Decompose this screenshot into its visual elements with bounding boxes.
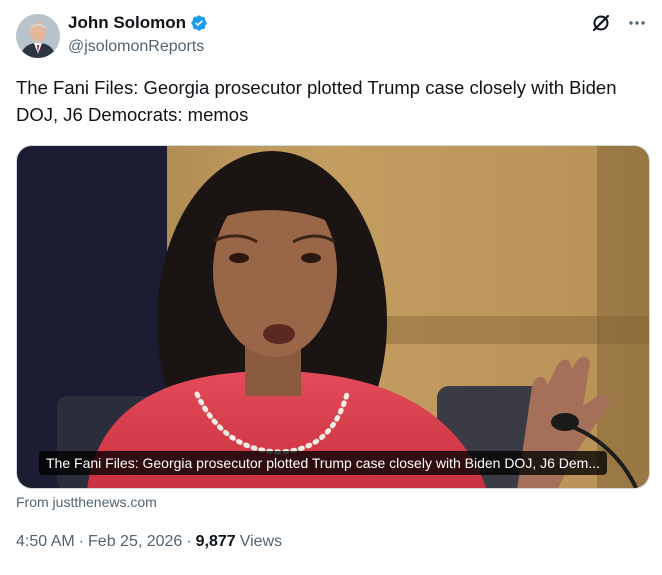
link-card-image: [17, 146, 649, 488]
verified-badge-icon[interactable]: [190, 14, 208, 32]
author-name-text: John Solomon: [68, 13, 187, 32]
views-label: Views: [239, 533, 283, 550]
header-actions: [590, 12, 648, 34]
author-display-name[interactable]: John Solomon: [68, 12, 208, 34]
post-header: John Solomon @jsolomonReports: [16, 10, 648, 62]
post-time[interactable]: 4:50 AM: [16, 533, 75, 551]
meta-separator: ·: [78, 533, 85, 550]
author-handle[interactable]: @jsolomonReports: [68, 36, 208, 58]
link-card-source[interactable]: From justthenews.com: [16, 494, 157, 510]
post-meta: 4:50 AM · Feb 25, 2026 · 9,877 Views: [16, 533, 282, 551]
post-date[interactable]: Feb 25, 2026: [88, 533, 182, 551]
author-names: John Solomon @jsolomonReports: [68, 12, 208, 58]
avatar[interactable]: [16, 14, 60, 58]
post-text: The Fani Files: Georgia prosecutor plott…: [16, 77, 617, 125]
more-options-icon[interactable]: [626, 12, 648, 34]
grok-icon[interactable]: [590, 12, 612, 34]
link-card-title: The Fani Files: Georgia prosecutor plott…: [39, 451, 608, 475]
avatar-image: [16, 14, 60, 58]
views-count: 9,877: [195, 533, 236, 550]
meta-separator: ·: [186, 533, 192, 550]
link-card[interactable]: The Fani Files: Georgia prosecutor plott…: [16, 145, 650, 489]
